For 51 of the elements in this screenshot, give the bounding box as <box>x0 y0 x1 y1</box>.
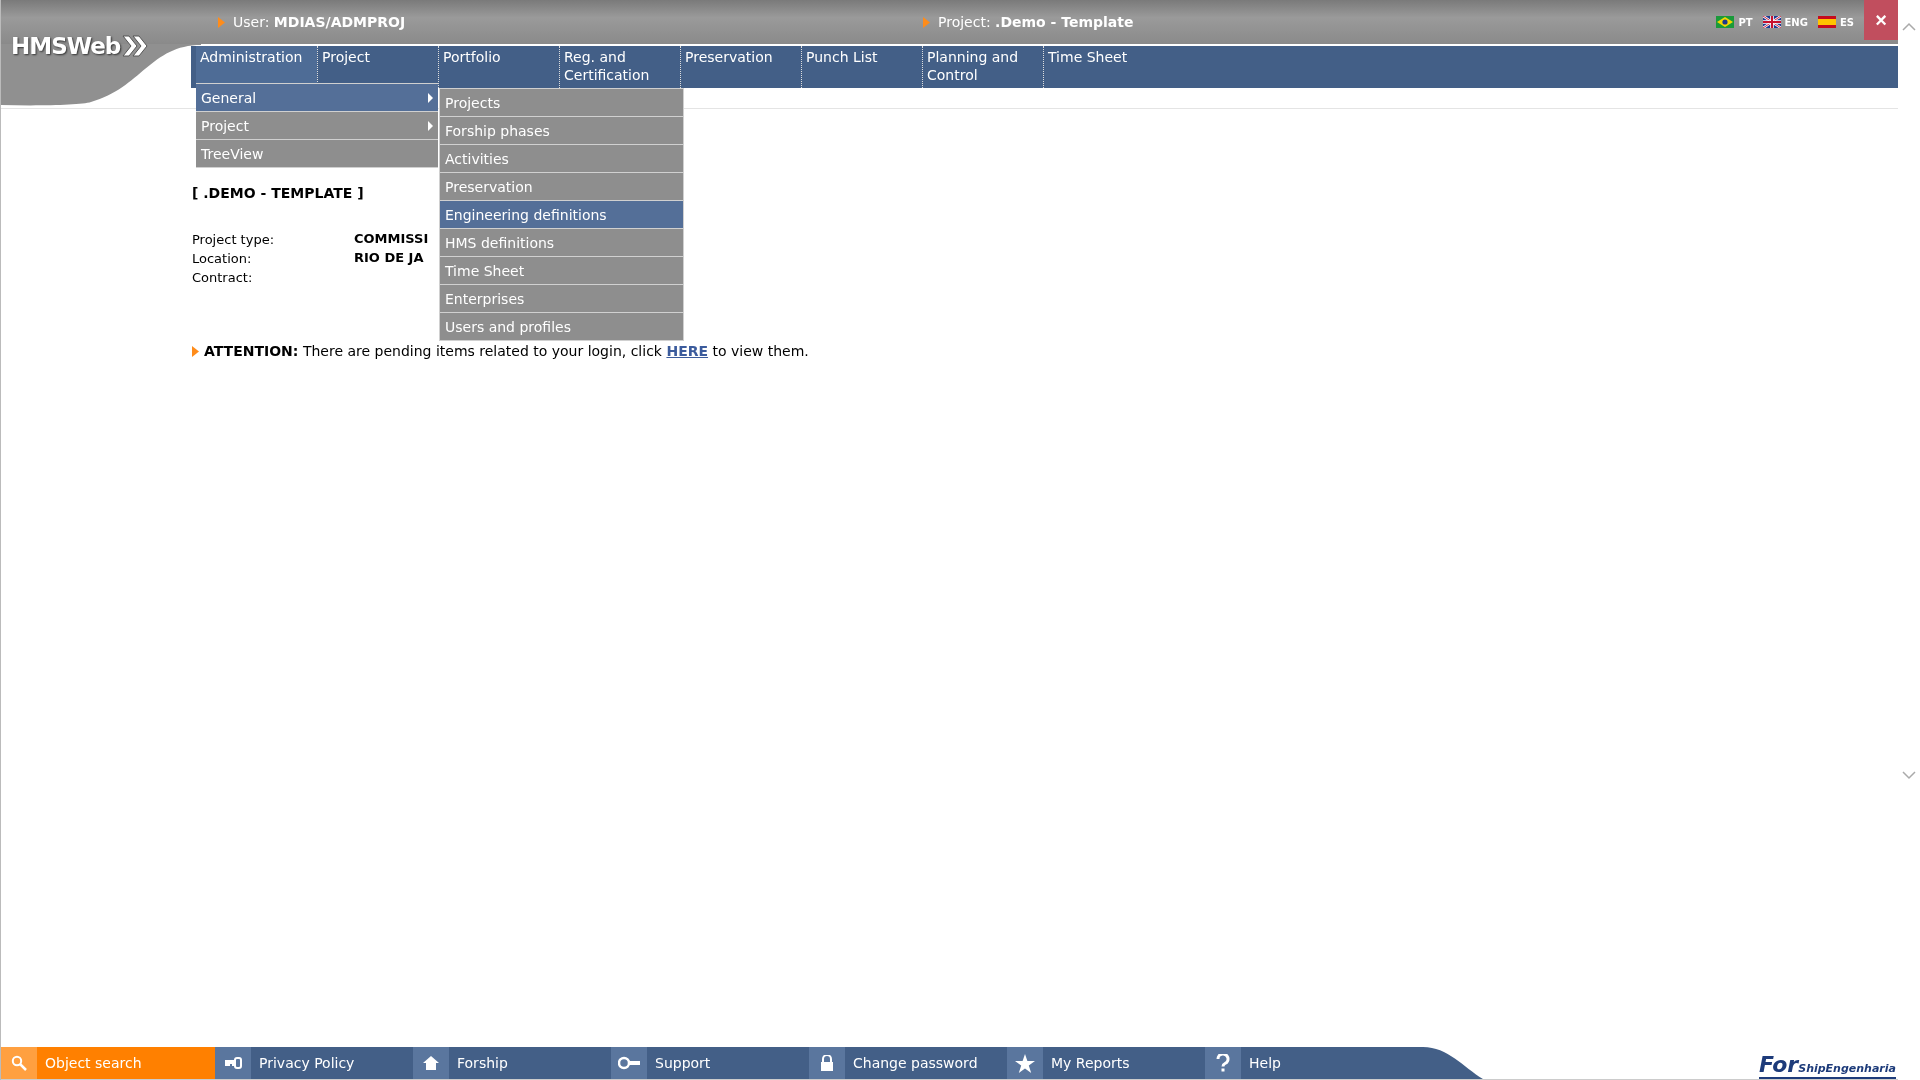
home-icon <box>423 1056 439 1070</box>
here-link[interactable]: HERE <box>666 343 709 359</box>
submenu-item[interactable]: Enterprises <box>440 285 683 312</box>
menu-item[interactable]: Project <box>196 112 438 139</box>
arrow-icon <box>218 16 225 28</box>
submenu-item[interactable]: Users and profiles <box>440 313 683 340</box>
project-title: [ .DEMO - TEMPLATE ] <box>192 185 364 201</box>
field-label: Contract: <box>192 269 254 287</box>
star-icon <box>1015 1053 1035 1073</box>
brand-logo: ForShipEngenharia <box>1758 1052 1896 1079</box>
submenu-item[interactable]: Preservation <box>440 173 683 200</box>
key-icon <box>224 1057 242 1069</box>
language-link[interactable]: PT <box>1738 16 1753 28</box>
nav-menu-item[interactable]: Punch List <box>801 46 922 88</box>
submenu-item[interactable]: Activities <box>440 145 683 172</box>
help-icon <box>1216 1054 1230 1072</box>
nav-menu-item[interactable]: Time Sheet <box>1043 46 1164 88</box>
field-label: Project type: <box>192 231 276 249</box>
scroll-up-icon[interactable] <box>1902 22 1916 31</box>
attention-message: ATTENTION: There are pending items related to your login, click HERE to view them. <box>204 343 809 359</box>
logo: HMSWeb <box>11 33 149 59</box>
footer-link[interactable]: Forship <box>413 1047 611 1079</box>
menu-item[interactable]: General <box>196 84 438 111</box>
arrow-icon <box>923 16 930 28</box>
submenu-item[interactable]: Projects <box>440 89 683 116</box>
menu-item[interactable]: TreeView <box>196 140 438 167</box>
wrench-icon <box>618 1056 640 1070</box>
close-button[interactable]: × <box>1864 0 1898 40</box>
field-label: Location: <box>192 250 253 268</box>
footer-link[interactable]: Privacy Policy <box>215 1047 413 1079</box>
language-link[interactable]: ENG <box>1784 16 1808 28</box>
submenu-item[interactable]: Forship phases <box>440 117 683 144</box>
flag-icon <box>1716 16 1735 28</box>
arrow-icon <box>192 345 199 357</box>
flag-icon <box>1817 16 1836 28</box>
footer-link[interactable]: Support <box>611 1047 809 1079</box>
field-value: RIO DE JA <box>354 250 425 267</box>
language-link[interactable]: ES <box>1839 16 1854 28</box>
scroll-down-icon[interactable] <box>1902 771 1916 780</box>
flag-icon <box>1762 16 1781 28</box>
search-icon <box>11 1055 27 1071</box>
user-label: User: MDIAS/ADMPROJ <box>233 14 406 30</box>
submenu-item[interactable]: HMS definitions <box>440 229 683 256</box>
submenu-item[interactable]: Time Sheet <box>440 257 683 284</box>
footer-link[interactable]: Change password <box>809 1047 1007 1079</box>
chevrons-icon <box>122 35 149 57</box>
lock-icon <box>820 1055 834 1071</box>
submenu-item[interactable]: Engineering definitions <box>440 201 683 228</box>
nav-menu-item[interactable]: Planning and Control <box>922 46 1043 88</box>
footer-link[interactable]: My Reports <box>1007 1047 1205 1079</box>
project-label: Project: .Demo - Template <box>938 14 1134 30</box>
